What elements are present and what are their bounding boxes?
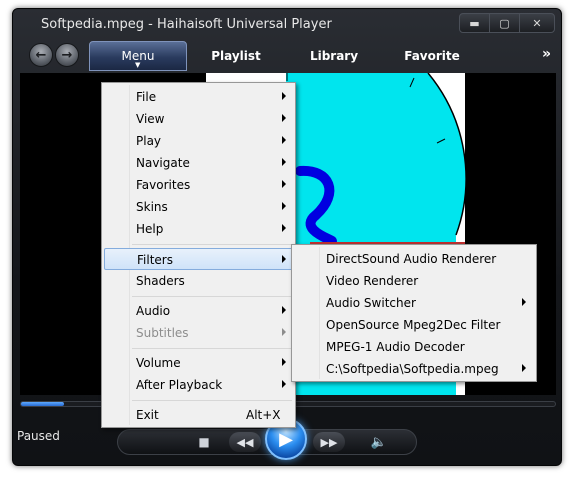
close-button[interactable]: ✕ xyxy=(519,13,555,33)
tab-menu[interactable]: Menu ▼ xyxy=(89,41,187,71)
tab-library-label: Library xyxy=(309,49,359,63)
menu-item-label: Volume xyxy=(136,356,181,370)
menu-separator xyxy=(132,296,292,297)
menu-item-label: Subtitles xyxy=(136,326,189,340)
menu-item-after-playback[interactable]: After Playback xyxy=(104,374,293,396)
menu-item-navigate[interactable]: Navigate xyxy=(104,152,293,174)
menu-item-label: MPEG-1 Audio Decoder xyxy=(326,340,465,354)
submenu-arrow-icon xyxy=(282,92,286,100)
menu-item-volume[interactable]: Volume xyxy=(104,352,293,374)
menu-item-label: C:\Softpedia\Softpedia.mpeg xyxy=(326,362,499,376)
menu-item-label: After Playback xyxy=(136,378,223,392)
menu-item-label: View xyxy=(136,112,165,126)
title-bar[interactable]: Softpedia.mpeg - Haihaisoft Universal Pl… xyxy=(13,9,561,37)
tab-playlist[interactable]: Playlist xyxy=(187,41,285,71)
play-icon: ▶ xyxy=(279,428,293,450)
filter-item-mpeg1-audio-decoder[interactable]: MPEG-1 Audio Decoder xyxy=(294,336,534,358)
menu-item-label: Skins xyxy=(136,200,168,214)
nav-tabs: Menu ▼ Playlist Library Favorite xyxy=(89,41,481,71)
menu-item-label: Audio xyxy=(136,304,171,318)
submenu-arrow-icon xyxy=(522,298,526,306)
submenu-arrow-icon xyxy=(282,158,286,166)
rewind-icon: ◀◀ xyxy=(236,435,254,449)
filter-item-directsound-audio-renderer[interactable]: DirectSound Audio Renderer xyxy=(294,248,534,270)
rewind-button[interactable]: ◀◀ xyxy=(229,432,261,452)
submenu-arrow-icon xyxy=(282,306,286,314)
menu-item-label: Navigate xyxy=(136,156,190,170)
menu-item-label: Favorites xyxy=(136,178,191,192)
menu-item-play[interactable]: Play xyxy=(104,130,293,152)
caret-down-icon: ▼ xyxy=(135,61,141,69)
more-chevron-icon[interactable]: » xyxy=(542,46,551,62)
submenu-arrow-icon xyxy=(282,202,286,210)
seek-progress xyxy=(21,402,64,406)
close-icon: ✕ xyxy=(532,16,542,30)
filter-item-video-renderer[interactable]: Video Renderer xyxy=(294,270,534,292)
submenu-arrow-icon xyxy=(282,358,286,366)
menu-item-label: Exit xyxy=(136,408,159,422)
menu-item-label: Play xyxy=(136,134,162,148)
menu-item-label: OpenSource Mpeg2Dec Filter xyxy=(326,318,501,332)
forward-arrow-icon: → xyxy=(61,47,73,63)
tab-library[interactable]: Library xyxy=(285,41,383,71)
menu-separator xyxy=(132,400,292,401)
window-controls: ▬ ▢ ✕ xyxy=(459,13,555,33)
back-button[interactable]: ← xyxy=(29,43,53,67)
submenu-arrow-icon xyxy=(282,224,286,232)
forward-button[interactable]: → xyxy=(55,43,79,67)
menu-item-label: File xyxy=(136,90,157,104)
volume-button[interactable]: 🔈 xyxy=(369,433,389,451)
menu-item-label: Filters xyxy=(137,253,173,267)
submenu-arrow-icon xyxy=(282,380,286,388)
menu-item-shortcut: Alt+X xyxy=(246,408,281,422)
menu-item-skins[interactable]: Skins xyxy=(104,196,293,218)
menu-item-filters[interactable]: Filters xyxy=(104,248,293,270)
menu-item-exit[interactable]: Exit Alt+X xyxy=(104,404,293,426)
minimize-button[interactable]: ▬ xyxy=(459,13,490,33)
menu-item-label: Audio Switcher xyxy=(326,296,416,310)
submenu-arrow-icon xyxy=(282,180,286,188)
filter-item-source-file[interactable]: C:\Softpedia\Softpedia.mpeg xyxy=(294,358,534,380)
menu-separator xyxy=(132,244,292,245)
menu-item-file[interactable]: File xyxy=(104,86,293,108)
menu-item-label: Video Renderer xyxy=(326,274,419,288)
stop-icon: ■ xyxy=(198,435,210,449)
filter-item-opensource-mpeg2dec[interactable]: OpenSource Mpeg2Dec Filter xyxy=(294,314,534,336)
maximize-icon: ▢ xyxy=(499,16,510,30)
filter-item-audio-switcher[interactable]: Audio Switcher xyxy=(294,292,534,314)
menu-item-label: Shaders xyxy=(136,274,185,288)
tab-favorite-label: Favorite xyxy=(404,49,460,63)
menu-item-label: DirectSound Audio Renderer xyxy=(326,252,497,266)
menu-item-subtitles: Subtitles xyxy=(104,322,293,344)
menu-item-audio[interactable]: Audio xyxy=(104,300,293,322)
filters-submenu: DirectSound Audio Renderer Video Rendere… xyxy=(291,244,537,382)
submenu-arrow-icon xyxy=(282,114,286,122)
submenu-arrow-icon xyxy=(282,136,286,144)
speaker-icon: 🔈 xyxy=(370,434,388,450)
menu-item-shaders[interactable]: Shaders xyxy=(104,270,293,292)
minimize-icon: ▬ xyxy=(469,16,480,30)
maximize-button[interactable]: ▢ xyxy=(489,13,520,33)
fast-forward-icon: ▶▶ xyxy=(320,435,338,449)
submenu-arrow-icon xyxy=(522,364,526,372)
status-text: Paused xyxy=(17,429,60,443)
main-menu: File View Play Navigate Favorites Skins … xyxy=(101,82,296,428)
menu-item-favorites[interactable]: Favorites xyxy=(104,174,293,196)
menu-item-view[interactable]: View xyxy=(104,108,293,130)
submenu-arrow-icon xyxy=(282,255,286,263)
menu-item-help[interactable]: Help xyxy=(104,218,293,240)
tab-favorite[interactable]: Favorite xyxy=(383,41,481,71)
tab-playlist-label: Playlist xyxy=(211,49,261,63)
menu-item-label: Help xyxy=(136,222,164,236)
submenu-arrow-icon xyxy=(282,328,286,336)
stop-button[interactable]: ■ xyxy=(197,435,211,449)
fast-forward-button[interactable]: ▶▶ xyxy=(313,432,345,452)
nav-bar: ← → Menu ▼ Playlist Library Favorite » xyxy=(13,41,561,73)
menu-separator xyxy=(132,348,292,349)
back-arrow-icon: ← xyxy=(35,47,47,63)
window-title: Softpedia.mpeg - Haihaisoft Universal Pl… xyxy=(41,17,332,32)
